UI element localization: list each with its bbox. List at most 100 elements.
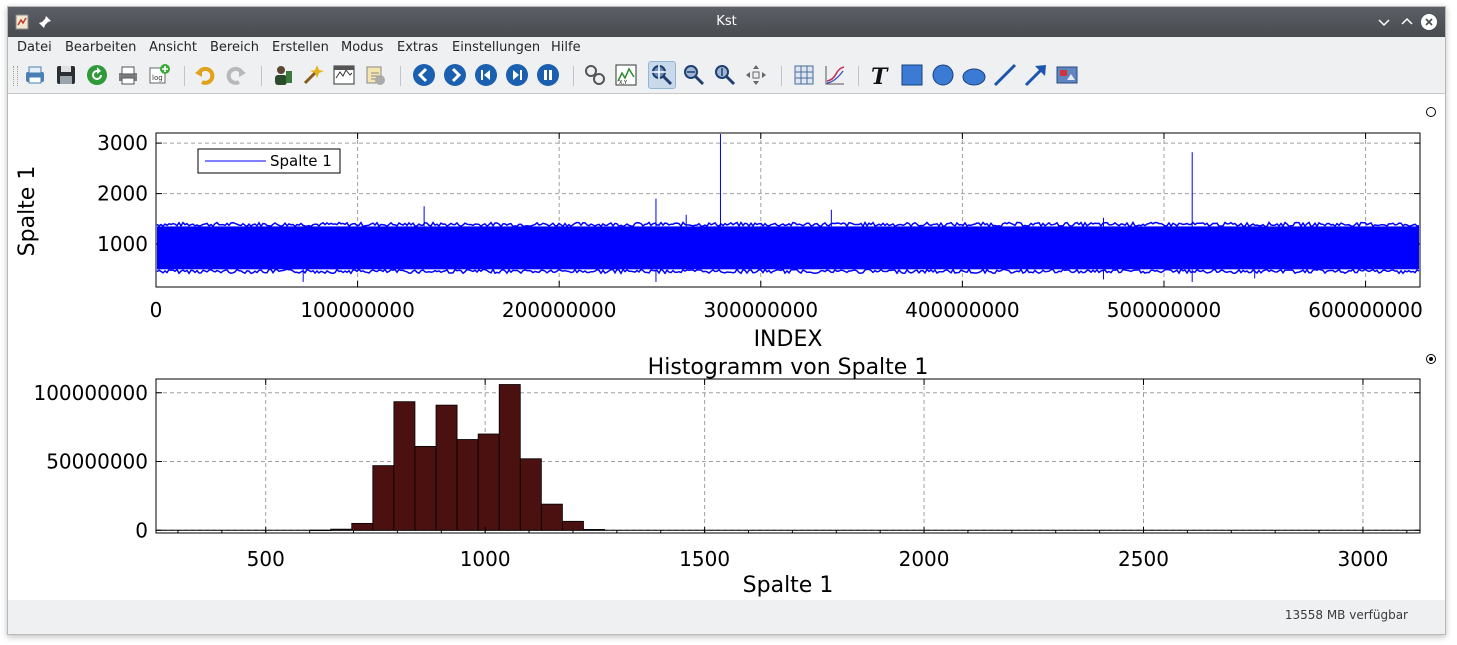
svg-text:log: log [152, 74, 163, 82]
histogram-bar [351, 522, 374, 531]
menu-datei[interactable]: Datei [17, 40, 52, 55]
x-tick-label: 1500 [679, 547, 730, 571]
time-series-y-axis-title: Spalte 1 [15, 166, 40, 257]
toolbar-separator [400, 66, 401, 86]
histogram-title: Histogramm von Spalte 1 [648, 355, 929, 380]
circle-icon[interactable] [931, 63, 955, 87]
picture-icon[interactable] [1055, 63, 1079, 87]
forward-to-end-icon[interactable] [505, 63, 529, 87]
x-tick-label: 3000 [1337, 547, 1388, 571]
series-band [157, 226, 1419, 270]
plots-svg[interactable]: 0 100000000 200000000 300000000 400000000 500… [8, 94, 1445, 600]
y-tick-label: 0 [135, 518, 148, 542]
histogram-bar [372, 465, 395, 531]
histogram-bar [435, 404, 458, 531]
menu-einstellungen[interactable]: Einstellungen [452, 40, 540, 55]
histogram-bar [562, 520, 584, 531]
xy-zoom-mode-icon[interactable] [648, 61, 676, 89]
toolbar-separator [858, 66, 859, 86]
title-bar[interactable]: Kst [8, 7, 1445, 37]
kst-window: Kst Datei Bearbeiten Ansicht Bereich Ers… [7, 6, 1446, 635]
create-curve-icon[interactable] [823, 63, 847, 87]
x-tick-label: 500000000 [1107, 298, 1222, 322]
data-manager-icon[interactable] [270, 63, 294, 87]
reload-icon[interactable] [85, 63, 109, 87]
histogram-x-axis-title: Spalte 1 [743, 573, 834, 598]
histogram-bar [456, 439, 479, 531]
maximize-icon[interactable] [1399, 14, 1415, 30]
export-log-icon[interactable]: log [147, 63, 171, 87]
tied-zoom-icon[interactable] [583, 63, 607, 87]
toolbar-grip[interactable] [13, 66, 18, 86]
ellipse-icon[interactable] [962, 63, 986, 87]
x-zoom-mode-icon[interactable] [682, 63, 706, 87]
printer-icon[interactable] [116, 63, 140, 87]
menu-modus[interactable]: Modus [341, 40, 383, 55]
y-tick-label: 3000 [97, 131, 148, 155]
histogram-bar [477, 433, 500, 531]
y-tick-label: 1000 [97, 232, 148, 256]
minimize-icon[interactable] [1376, 14, 1392, 30]
plot-select-handle-2-dot [1429, 357, 1433, 361]
print-icon[interactable] [23, 63, 47, 87]
series-upper-noise [156, 220, 1419, 228]
y-tick-label: 100000000 [33, 381, 148, 405]
back-to-start-icon[interactable] [474, 63, 498, 87]
histogram-bar [393, 401, 416, 531]
layout-mode-icon[interactable] [744, 63, 768, 87]
change-data-sample-icon[interactable] [363, 63, 387, 87]
legend-entry-label: Spalte 1 [270, 152, 332, 170]
redo-icon[interactable] [224, 63, 248, 87]
y-tick-label: 50000000 [46, 450, 148, 474]
text-icon[interactable]: T [868, 63, 892, 87]
toolbar: log X,Y T [8, 59, 1445, 94]
change-data-file-icon[interactable] [332, 63, 356, 87]
x-tick-label: 500 [247, 547, 285, 571]
x-tick-label: 100000000 [300, 298, 415, 322]
toolbar-separator [781, 66, 782, 86]
svg-text:X,Y: X,Y [619, 80, 628, 86]
toolbar-separator [261, 66, 262, 86]
x-tick-label: 2500 [1118, 547, 1169, 571]
forward-icon[interactable] [443, 63, 467, 87]
x-tick-label: 1000 [460, 547, 511, 571]
svg-text:T: T [871, 64, 889, 87]
save-icon[interactable] [54, 63, 78, 87]
x-tick-label: 400000000 [905, 298, 1020, 322]
back-icon[interactable] [412, 63, 436, 87]
zoom-xy-icon[interactable]: X,Y [614, 63, 638, 87]
menu-bereich[interactable]: Bereich [210, 40, 259, 55]
pause-icon[interactable] [536, 63, 560, 87]
x-tick-label: 200000000 [502, 298, 617, 322]
histogram-bar [583, 529, 605, 531]
time-series-plot[interactable]: 0 100000000 200000000 300000000 400000000 500… [15, 107, 1436, 353]
arrow-icon[interactable] [1024, 63, 1048, 87]
window-title: Kst [716, 14, 737, 29]
x-tick-label: 300000000 [704, 298, 819, 322]
close-icon[interactable] [1421, 14, 1437, 30]
box-icon[interactable] [900, 63, 924, 87]
histogram-bar [519, 458, 542, 531]
time-series-legend[interactable]: Spalte 1 [197, 148, 341, 174]
time-series-x-axis-title: INDEX [754, 327, 823, 352]
plot-canvas[interactable]: 0 100000000 200000000 300000000 400000000 500… [8, 93, 1445, 601]
histogram-bar [309, 529, 332, 532]
histogram-frame [155, 378, 1421, 534]
histogram-plot[interactable]: Histogramm von Spalte 1 500 1000 1500 2000 2… [33, 354, 1436, 599]
menu-extras[interactable]: Extras [397, 40, 438, 55]
menu-ansicht[interactable]: Ansicht [149, 40, 197, 55]
series-lower-noise [156, 267, 1420, 275]
histogram-bar [414, 445, 437, 531]
menu-bearbeiten[interactable]: Bearbeiten [65, 40, 136, 55]
plot-select-handle-1[interactable] [1426, 107, 1436, 117]
menu-erstellen[interactable]: Erstellen [272, 40, 329, 55]
histogram-bar [540, 503, 563, 531]
memory-status: 13558 MB verfügbar [1284, 608, 1408, 622]
create-plot-icon[interactable] [792, 63, 816, 87]
data-wizard-icon[interactable] [301, 63, 325, 87]
undo-icon[interactable] [193, 63, 217, 87]
histogram-bar [498, 384, 521, 531]
line-icon[interactable] [993, 63, 1017, 87]
menu-hilfe[interactable]: Hilfe [551, 40, 581, 55]
y-zoom-mode-icon[interactable] [713, 63, 737, 87]
